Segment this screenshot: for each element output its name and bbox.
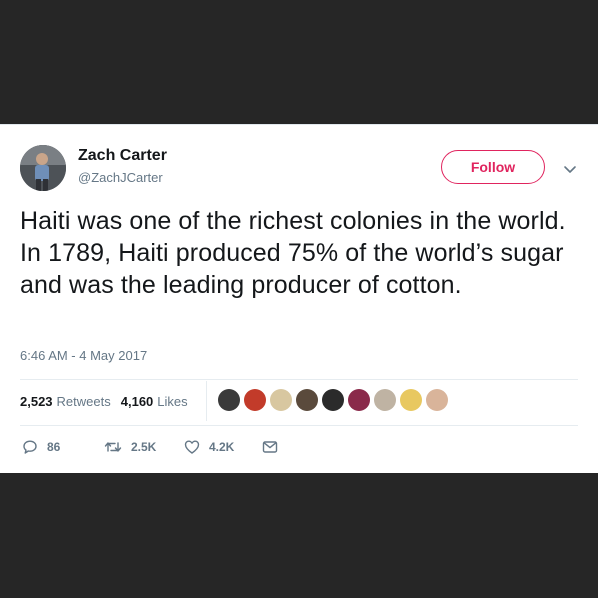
screenshot-frame: Zach Carter @ZachJCarter Follow Haiti wa… <box>0 0 598 598</box>
liker-avatar[interactable] <box>270 389 292 411</box>
liker-avatar[interactable] <box>296 389 318 411</box>
likes-label[interactable]: Likes <box>157 394 187 409</box>
like-action[interactable]: 4.2K <box>184 439 234 455</box>
reply-action[interactable]: 86 <box>22 439 60 455</box>
user-handle[interactable]: @ZachJCarter <box>78 170 163 185</box>
liker-avatar[interactable] <box>426 389 448 411</box>
tweet-actions: 86 2.5K 4.2K <box>22 439 322 459</box>
liker-avatars <box>218 389 452 411</box>
reply-icon <box>23 440 37 454</box>
envelope-icon <box>262 441 278 453</box>
retweets-count[interactable]: 2,523 <box>20 394 53 409</box>
retweet-action[interactable]: 2.5K <box>104 439 156 455</box>
stats-separator <box>206 381 207 421</box>
retweets-label[interactable]: Retweets <box>57 394 111 409</box>
liker-avatar[interactable] <box>400 389 422 411</box>
avatar[interactable] <box>20 145 66 191</box>
liker-avatar[interactable] <box>322 389 344 411</box>
heart-icon <box>184 440 200 454</box>
message-action[interactable] <box>262 439 287 455</box>
likes-count[interactable]: 4,160 <box>121 394 154 409</box>
liker-avatar[interactable] <box>374 389 396 411</box>
reply-count: 86 <box>47 440 61 454</box>
tweet-card: Zach Carter @ZachJCarter Follow Haiti wa… <box>0 124 598 473</box>
tweet-timestamp[interactable]: 6:46 AM - 4 May 2017 <box>20 348 147 363</box>
user-name[interactable]: Zach Carter <box>78 147 167 165</box>
liker-avatar[interactable] <box>218 389 240 411</box>
liker-avatar[interactable] <box>348 389 370 411</box>
liker-avatar[interactable] <box>244 389 266 411</box>
follow-button[interactable]: Follow <box>441 150 545 184</box>
chevron-down-icon[interactable] <box>562 161 578 177</box>
retweet-icon <box>104 442 122 452</box>
retweet-count: 2.5K <box>131 440 157 454</box>
engagement-stats: 2,523 Retweets 4,160 Likes <box>20 394 188 409</box>
stats-bottom-divider <box>20 425 578 426</box>
stats-top-divider <box>20 379 578 380</box>
like-count: 4.2K <box>209 440 235 454</box>
tweet-text: Haiti was one of the richest colonies in… <box>20 207 566 299</box>
